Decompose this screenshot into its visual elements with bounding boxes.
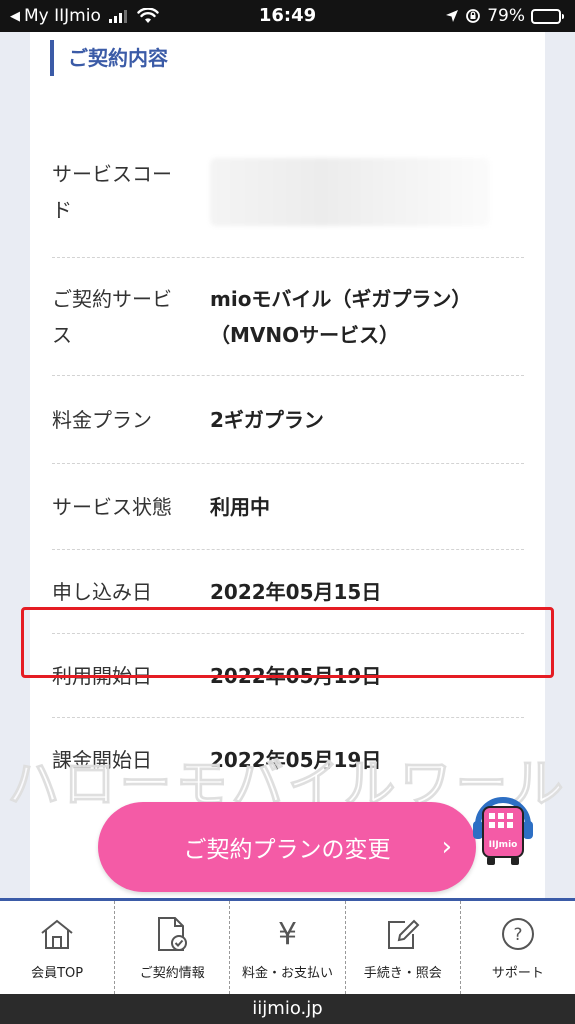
battery-icon [531, 8, 564, 24]
row-value: 2022年05月15日 [210, 579, 382, 604]
row-contract-service: ご契約サービ ス mioモバイル（ギガプラン） （MVNOサービス） [52, 258, 524, 376]
iijmio-mascot-icon[interactable]: IIJmio [470, 795, 536, 867]
yen-icon: ¥ [277, 916, 298, 952]
row-value: 利用中 [210, 494, 270, 519]
nav-item-contract-info[interactable]: ご契約情報 [115, 901, 231, 994]
row-label: ご契約サービ ス [52, 286, 172, 347]
highlight-box [21, 607, 554, 678]
nav-label: サポート [491, 966, 544, 981]
row-label: 申し込み日 [52, 579, 152, 604]
rotation-lock-icon [466, 9, 481, 23]
row-price-plan: 料金プラン 2ギガプラン [52, 376, 524, 464]
row-service-status: サービス状態 利用中 [52, 464, 524, 550]
row-label: 料金プラン [52, 407, 152, 432]
nav-item-billing[interactable]: ¥ 料金・お支払い [230, 901, 346, 994]
url-bar[interactable]: iijmio.jp [0, 994, 575, 1024]
svg-text:?: ? [513, 925, 522, 945]
nav-label: ご契約情報 [139, 966, 205, 981]
section-title: ご契約内容 [50, 40, 168, 76]
status-bar: ◀ My IIJmio 16:49 79% [0, 0, 575, 32]
change-plan-button[interactable]: ご契約プランの変更 › [98, 802, 476, 892]
svg-text:IIJmio: IIJmio [489, 840, 518, 850]
nav-label: 会員TOP [31, 966, 84, 981]
redacted-blur [210, 158, 490, 226]
nav-item-member-top[interactable]: 会員TOP [0, 901, 116, 994]
nav-label: 料金・お支払い [242, 966, 334, 981]
nav-item-procedures[interactable]: 手続き・照会 [346, 901, 461, 994]
row-label: サービス状態 [52, 494, 172, 519]
location-icon [446, 10, 459, 22]
row-value: 2ギガプラン [210, 407, 324, 432]
help-icon: ? [498, 914, 538, 954]
nav-label: 手続き・照会 [363, 966, 442, 981]
row-value-redacted [210, 158, 524, 226]
contract-doc-icon [152, 914, 192, 954]
row-label: サービスコー ド [52, 162, 172, 222]
chevron-right-icon: › [441, 832, 452, 862]
nav-item-support[interactable]: ? サポート [461, 901, 575, 994]
home-icon [37, 914, 77, 954]
change-plan-label: ご契約プランの変更 [183, 837, 391, 863]
edit-form-icon [383, 914, 423, 954]
battery-percent: 79% [487, 6, 525, 26]
bottom-nav: 会員TOP ご契約情報 ¥ 料金・お支払い 手続き・照会 ? サポート [0, 898, 575, 994]
row-service-code: サービスコー ド [52, 127, 524, 258]
row-value: mioモバイル（ギガプラン） （MVNOサービス） [210, 286, 472, 347]
